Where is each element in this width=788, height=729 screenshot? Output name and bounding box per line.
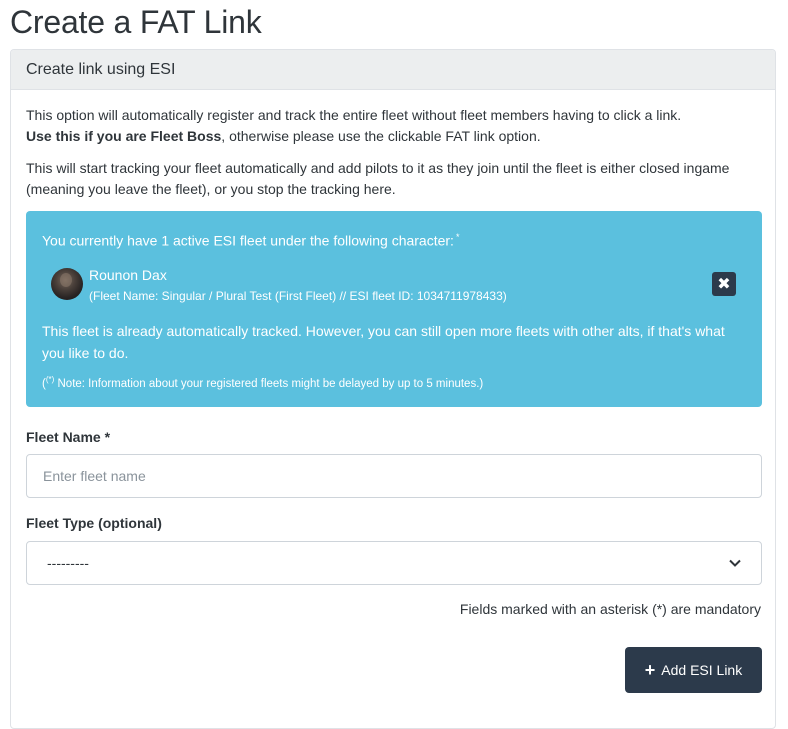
fleet-name-input[interactable] (26, 454, 762, 498)
active-fleet-alert: You currently have 1 active ESI fleet un… (26, 211, 762, 407)
card-header: Create link using ESI (11, 50, 775, 90)
intro-1-tail: , otherwise please use the clickable FAT… (221, 128, 541, 144)
intro-paragraph-1: This option will automatically register … (26, 105, 766, 147)
close-fleet-button[interactable]: ✖ (712, 272, 736, 296)
add-esi-link-label: Add ESI Link (661, 662, 743, 678)
fleet-type-select[interactable]: --------- (26, 541, 762, 585)
esi-link-card: Create link using ESI This option will a… (10, 49, 776, 729)
close-icon: ✖ (717, 276, 731, 293)
note-text: Note: Information about your registered … (54, 377, 484, 390)
plus-icon: + (644, 660, 656, 680)
mandatory-note: Fields marked with an asterisk (*) are m… (459, 601, 761, 617)
alert-note: ((*) Note: Information about your regist… (42, 371, 483, 393)
intro-1-text: This option will automatically register … (26, 107, 682, 123)
add-esi-link-button[interactable]: + Add ESI Link (625, 647, 762, 693)
intro-1-bold: Use this if you are Fleet Boss (26, 128, 222, 144)
chevron-down-icon (729, 559, 741, 567)
alert-heading: You currently have 1 active ESI fleet un… (42, 227, 459, 251)
page-title: Create a FAT Link (10, 4, 262, 40)
fleet-meta: (Fleet Name: Singular / Plural Test (Fir… (89, 289, 507, 303)
alert-heading-text: You currently have 1 active ESI fleet un… (42, 232, 454, 249)
alert-heading-marker: * (455, 232, 460, 242)
fleet-type-label: Fleet Type (optional) (26, 515, 162, 531)
character-name: Rounon Dax (89, 267, 167, 283)
alert-info-text: This fleet is already automatically trac… (42, 323, 725, 361)
fleet-name-label: Fleet Name * (26, 429, 111, 445)
intro-paragraph-2: This will start tracking your fleet auto… (26, 160, 730, 197)
fleet-type-selected: --------- (47, 555, 89, 571)
avatar (51, 268, 83, 300)
